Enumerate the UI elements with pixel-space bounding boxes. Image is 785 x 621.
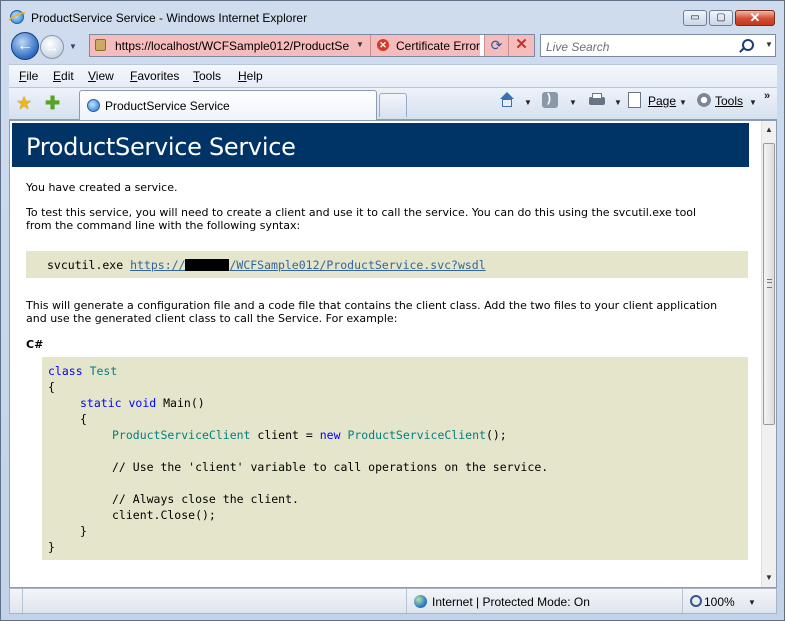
gear-icon <box>696 92 712 108</box>
page-menu-button[interactable]: Page <box>648 94 676 108</box>
tab-bar: ★ ✚ ProductService Service ▼ ▼ ▼ Page ▼ … <box>9 88 777 120</box>
search-box: ▼ <box>540 34 776 57</box>
search-icon[interactable] <box>742 39 754 51</box>
new-tab-button[interactable] <box>379 93 407 117</box>
window-title: ProductService Service - Windows Interne… <box>31 11 308 25</box>
vertical-scrollbar[interactable]: ▲ ▼ <box>761 121 776 587</box>
code-line: class Test <box>48 364 118 378</box>
instructions-line-1: To test this service, you will need to c… <box>26 206 697 219</box>
page-content: ProductService Service You have created … <box>10 121 760 587</box>
menu-bar: File Edit View Favorites Tools Help <box>9 64 777 88</box>
page-menu-icon <box>628 92 641 108</box>
security-zone-text[interactable]: Internet | Protected Mode: On <box>432 595 590 609</box>
back-arrow-icon: ← <box>17 37 33 54</box>
code-line: { <box>48 380 55 394</box>
feeds-dropdown-icon[interactable]: ▼ <box>569 98 577 107</box>
tools-dropdown-icon[interactable]: ▼ <box>749 98 757 107</box>
search-options-dropdown-icon[interactable]: ▼ <box>765 40 773 49</box>
globe-icon <box>414 595 427 608</box>
address-url-field[interactable]: https://localhost/WCFSample012/ProductSe… <box>90 35 370 56</box>
status-divider <box>682 589 683 613</box>
svcutil-command: svcutil.exe https:///WCFSample012/Produc… <box>47 258 486 272</box>
code-comment: // Use the 'client' variable to call ope… <box>112 460 549 474</box>
intro-text: You have created a service. <box>26 181 178 194</box>
address-url-text[interactable]: https://localhost/WCFSample012/ProductSe <box>115 39 349 53</box>
generate-text-line-1: This will generate a configuration file … <box>26 299 718 312</box>
zoom-dropdown-icon[interactable]: ▼ <box>748 598 756 607</box>
maximize-button[interactable]: ▢ <box>709 10 733 26</box>
menu-view[interactable]: View <box>88 69 114 83</box>
status-divider <box>406 589 407 613</box>
window-controls: ▭ ▢ ✕ <box>683 10 775 26</box>
wsdl-link[interactable]: https:///WCFSample012/ProductService.svc… <box>130 258 486 272</box>
zoom-icon <box>690 595 702 607</box>
code-comment: // Always close the client. <box>112 492 299 506</box>
browser-window: ProductService Service - Windows Interne… <box>0 0 785 621</box>
code-line: } <box>48 540 55 554</box>
code-sample-box: class Test { static void Main() { Produc… <box>42 357 748 560</box>
add-to-favorites-icon[interactable]: ✚ <box>45 93 60 114</box>
scrollbar-thumb[interactable] <box>763 143 775 425</box>
home-icon[interactable] <box>499 92 515 108</box>
generate-text-line-2: and use the generated client class to ca… <box>26 312 398 325</box>
certificate-error-button[interactable]: ✕ Certificate Error <box>370 35 480 56</box>
zoom-level[interactable]: 100% <box>704 595 735 609</box>
page-viewport: ProductService Service You have created … <box>9 120 777 588</box>
stop-button[interactable]: ✕ <box>508 35 534 56</box>
navigation-bar: ← → ▼ https://localhost/WCFSample012/Pro… <box>1 31 784 61</box>
page-icon <box>95 39 106 51</box>
code-line: static void Main() <box>80 396 205 410</box>
tab-title: ProductService Service <box>105 99 230 113</box>
forward-button[interactable]: → <box>40 35 64 59</box>
status-divider <box>22 589 23 613</box>
grip-icon <box>767 279 772 288</box>
tools-menu-button[interactable]: Tools <box>715 94 743 108</box>
minimize-button[interactable]: ▭ <box>683 10 707 26</box>
shield-error-icon: ✕ <box>377 39 389 51</box>
page-dropdown-icon[interactable]: ▼ <box>679 98 687 107</box>
svcutil-command-box: svcutil.exe https:///WCFSample012/Produc… <box>26 251 748 278</box>
address-bar: https://localhost/WCFSample012/ProductSe… <box>89 34 535 57</box>
address-dropdown-icon[interactable]: ▼ <box>356 40 364 49</box>
forward-arrow-icon: → <box>45 39 59 55</box>
title-bar: ProductService Service - Windows Interne… <box>1 1 784 31</box>
recent-pages-dropdown-icon[interactable]: ▼ <box>69 42 77 51</box>
search-input[interactable] <box>544 37 738 56</box>
stop-icon: ✕ <box>515 36 528 53</box>
menu-edit[interactable]: Edit <box>53 69 74 83</box>
instructions-line-2: from the command line with the following… <box>26 219 301 232</box>
home-dropdown-icon[interactable]: ▼ <box>524 98 532 107</box>
print-dropdown-icon[interactable]: ▼ <box>614 98 622 107</box>
internet-explorer-icon <box>10 10 24 24</box>
page-title: ProductService Service <box>26 133 296 161</box>
refresh-button[interactable]: ⟳ <box>484 35 508 56</box>
page-menu-label: Page <box>648 94 677 108</box>
print-icon[interactable] <box>589 92 605 108</box>
status-bar: Internet | Protected Mode: On 100% ▼ <box>9 588 777 614</box>
language-label: C# <box>26 338 44 351</box>
certificate-error-label: Certificate Error <box>396 39 481 53</box>
back-button[interactable]: ← <box>11 32 39 60</box>
favorites-center-star-icon[interactable]: ★ <box>16 93 32 114</box>
code-line: ProductServiceClient client = new Produc… <box>112 428 507 442</box>
heading-banner: ProductService Service <box>12 123 749 167</box>
code-line: { <box>80 412 87 426</box>
redacted-host <box>185 259 230 271</box>
scroll-up-icon[interactable]: ▲ <box>765 125 773 134</box>
feeds-icon[interactable] <box>542 91 558 108</box>
tab-page-icon <box>87 99 100 112</box>
chevron-more-icon[interactable]: » <box>764 90 770 102</box>
tools-menu-label: Tools <box>715 94 744 108</box>
scroll-down-icon[interactable]: ▼ <box>765 573 773 582</box>
menu-help[interactable]: Help <box>238 69 263 83</box>
close-button[interactable]: ✕ <box>735 10 775 26</box>
tab-productservice[interactable]: ProductService Service <box>79 90 377 120</box>
menu-favorites[interactable]: Favorites <box>130 69 179 83</box>
refresh-icon: ⟳ <box>490 37 503 53</box>
code-line: client.Close(); <box>112 508 216 522</box>
menu-file[interactable]: File <box>19 69 38 83</box>
code-line: } <box>80 524 87 538</box>
menu-tools[interactable]: Tools <box>193 69 221 83</box>
